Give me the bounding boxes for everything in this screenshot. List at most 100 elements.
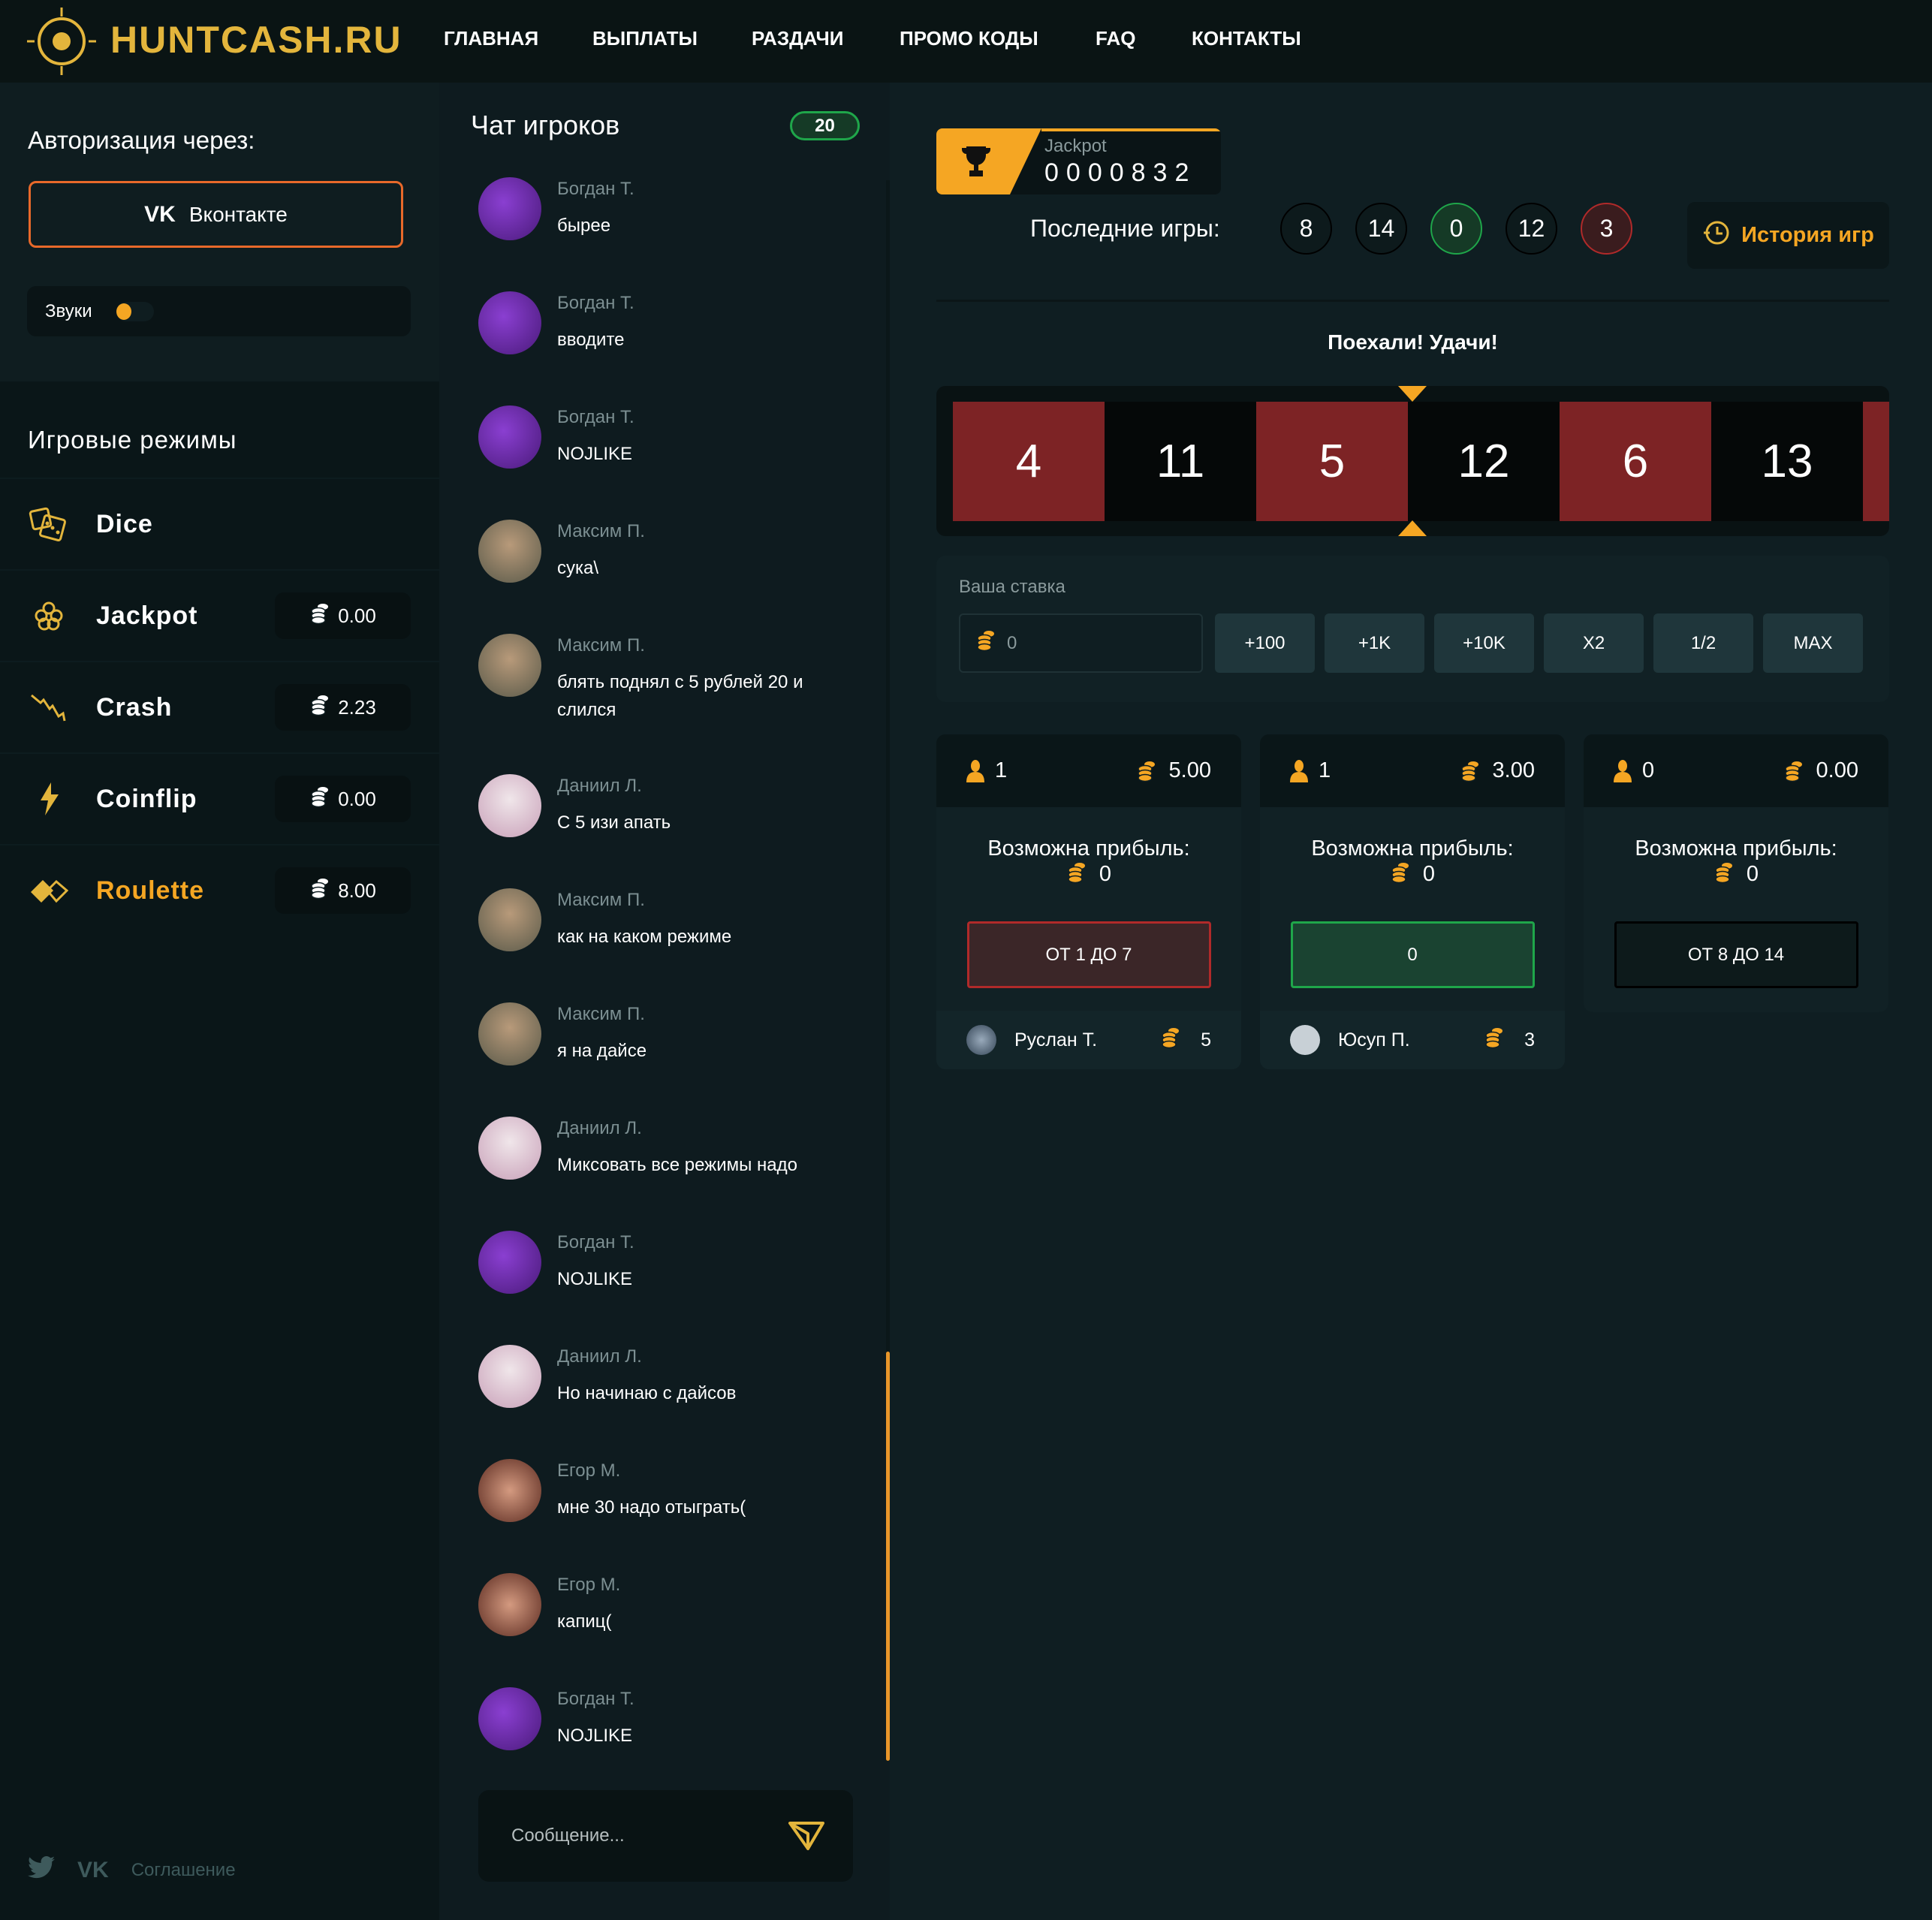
pointer-top-icon [1398,386,1427,402]
send-icon[interactable] [788,1820,824,1857]
last-games-label: Последние игры: [1030,215,1220,242]
bet-button[interactable]: X2 [1544,613,1644,673]
agreement-link[interactable]: Соглашение [131,1860,236,1881]
coins-icon [1783,760,1806,782]
nav-contacts[interactable]: КОНТАКТЫ [1192,27,1301,50]
game-status: Поехали! Удачи! [1328,330,1498,354]
bet-button[interactable]: +100 [1215,613,1315,673]
avatar[interactable] [478,774,541,837]
bet-button[interactable]: MAX [1763,613,1863,673]
chat-username[interactable]: Даниил Л. [557,776,865,797]
mode-crash[interactable]: Crash 2.23 [0,661,439,752]
roulette-cell-black: 11 [1105,402,1256,521]
chat-username[interactable]: Максим П. [557,521,865,542]
mode-dice[interactable]: Dice [0,478,439,569]
bet-amount-input[interactable]: 0 [959,613,1203,673]
chat-username[interactable]: Богдан Т. [557,293,865,314]
vk-footer-icon[interactable]: VK [77,1858,109,1883]
place-bet-button[interactable]: ОТ 1 ДО 7 [966,921,1211,988]
chat-text: NOJLIKE [557,1269,633,1289]
chat-message: Максим П. блять поднял с 5 рублей 20 и сл… [478,634,869,724]
avatar[interactable] [478,177,541,240]
roulette-cell-red: 4 [953,402,1105,521]
divider [936,300,1889,302]
bet-card-black: 0 0.00 Возможна прибыль: 0 ОТ 8 ДО 14 [1584,734,1888,1012]
nav-home[interactable]: ГЛАВНАЯ [444,27,538,50]
avatar[interactable] [478,888,541,951]
mode-jackpot[interactable]: Jackpot 0.00 [0,569,439,661]
mode-name: Coinflip [96,784,197,813]
chat-message-input[interactable]: Сообщение... [478,1790,853,1882]
chat-username[interactable]: Максим П. [557,890,865,911]
chat-username[interactable]: Егор М. [557,1575,865,1596]
avatar[interactable] [478,1002,541,1065]
chat-username[interactable]: Максим П. [557,1004,865,1025]
chat-username[interactable]: Богдан Т. [557,179,865,200]
chat-message: Максим П. я на дайсе [478,1002,869,1066]
avatar[interactable] [478,291,541,354]
card-total: 0.00 [1816,758,1858,782]
chat-title: Чат игроков [471,110,620,140]
nav-payouts[interactable]: ВЫПЛАТЫ [592,27,698,50]
chat-scroll-thumb[interactable] [886,1352,890,1761]
logo-text[interactable]: HUNTCASH.RU [110,18,402,62]
chat-username[interactable]: Богдан Т. [557,407,865,428]
mode-roulette[interactable]: Roulette 8.00 [0,844,439,936]
chat-username[interactable]: Богдан Т. [557,1689,865,1710]
nav-promo-codes[interactable]: ПРОМО КОДЫ [900,27,1038,50]
avatar[interactable] [478,1345,541,1408]
chat-message: Богдан Т. NOJLIKE [478,1687,869,1751]
chat-message: Даниил Л. Миксовать все режимы надо [478,1117,869,1180]
chat-text: NOJLIKE [557,1726,633,1746]
bet-amount-value: 0 [1007,632,1017,653]
vk-login-button[interactable]: VK Вконтакте [29,181,403,248]
last-game-black: 8 [1280,203,1332,255]
bet-label: Ваша ставка [959,577,1065,597]
sounds-toggle[interactable] [116,301,154,321]
logo-icon[interactable] [27,8,99,79]
avatar[interactable] [478,1117,541,1180]
chat-text: С 5 изи апать [557,812,671,833]
vk-icon: VK [144,201,176,227]
profit-label: Возможна прибыль: [987,836,1190,861]
avatar[interactable] [478,1231,541,1294]
avatar[interactable] [478,1459,541,1522]
online-count-badge: 20 [790,111,860,140]
card-header: 1 5.00 [936,734,1241,807]
chat-text: Но начинаю с дайсов [557,1383,737,1403]
jackpot-box[interactable]: Jackpot 0000832 [936,128,1221,194]
place-bet-button[interactable]: 0 [1290,921,1535,988]
players-count: 1 [1319,758,1331,782]
mode-bank-badge: 0.00 [275,592,411,639]
history-button[interactable]: История игр [1687,202,1889,269]
history-label: История игр [1741,223,1874,247]
jackpot-label: Jackpot [1044,136,1107,156]
bet-button[interactable]: 1/2 [1653,613,1753,673]
bet-button[interactable]: +1K [1325,613,1424,673]
mode-coinflip[interactable]: Coinflip 0.00 [0,752,439,844]
chat-username[interactable]: Даниил Л. [557,1118,865,1139]
chat-message: Максим П. сука\ [478,520,869,583]
chat-text: NOJLIKE [557,444,633,464]
roulette-icon [28,870,69,912]
coins-icon [975,629,998,657]
nav-faq[interactable]: FAQ [1096,27,1135,50]
avatar[interactable] [478,1687,541,1750]
twitter-icon[interactable] [28,1855,55,1884]
auth-title: Авторизация через: [28,126,255,154]
chat-message: Егор М. капиц( [478,1573,869,1637]
chat-username[interactable]: Егор М. [557,1460,865,1481]
avatar[interactable] [478,1573,541,1636]
avatar[interactable] [478,634,541,697]
bet-button[interactable]: +10K [1434,613,1534,673]
place-bet-button[interactable]: ОТ 8 ДО 14 [1614,921,1858,988]
chat-username[interactable]: Даниил Л. [557,1346,865,1367]
chat-username[interactable]: Максим П. [557,635,865,656]
vk-login-label: Вконтакте [188,202,288,226]
coins-icon [1484,1026,1506,1054]
avatar[interactable] [478,405,541,469]
chat-username[interactable]: Богдан Т. [557,1232,865,1253]
chat-placeholder: Сообщение... [511,1825,625,1846]
avatar[interactable] [478,520,541,583]
nav-giveaways[interactable]: РАЗДАЧИ [752,27,843,50]
